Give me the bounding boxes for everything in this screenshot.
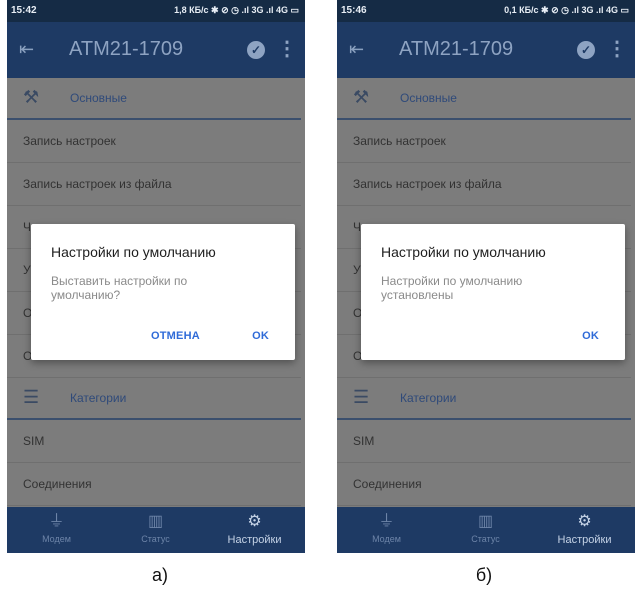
list-item[interactable]: Запись настроек (337, 120, 631, 163)
list-item[interactable]: Запись настроек (7, 120, 301, 163)
back-arrow-icon[interactable]: ⇤ (19, 40, 34, 58)
nav-modem[interactable]: ⏚ Модем (7, 507, 106, 553)
more-vert-icon[interactable]: ⋮ (607, 36, 627, 61)
nav-status[interactable]: ▥ Статус (106, 507, 205, 553)
tools-icon: ⚒ (353, 87, 370, 107)
nav-label: Настройки (557, 534, 612, 546)
status-icon: ▥ (477, 513, 494, 530)
section-header-categories: ☰ Категории (337, 378, 631, 420)
status-icon: ▥ (147, 513, 164, 530)
more-vert-icon[interactable]: ⋮ (277, 36, 297, 61)
section-title: Категории (70, 391, 127, 405)
gear-icon: ⚙ (247, 513, 262, 530)
nav-modem[interactable]: ⏚ Модем (337, 507, 436, 553)
ok-button[interactable]: OK (252, 330, 269, 342)
modem-icon: ⏚ (48, 513, 65, 530)
device-title: ATM21-1709 (69, 38, 184, 60)
app-bar: ⇤ ATM21-1709 ✓ ⋮ (337, 22, 635, 78)
list-item[interactable]: Соединения (7, 463, 301, 506)
section-title: Категории (400, 391, 457, 405)
list-item[interactable]: SIM (7, 420, 301, 463)
sliders-icon: ☰ (353, 387, 370, 407)
dialog-message: Выставить настройки по умолчанию? (51, 274, 188, 302)
nav-settings[interactable]: ⚙ Настройки (535, 507, 634, 553)
status-icons: 1,8 КБ/с ✱ ⊘ ◷ .ıl 3G .ıl 4G ▭ (174, 5, 299, 15)
list-item[interactable]: Запись настроек из файла (337, 163, 631, 206)
gear-icon: ⚙ (577, 513, 592, 530)
phone-screen-a: 15:42 1,8 КБ/с ✱ ⊘ ◷ .ıl 3G .ıl 4G ▭ ⇤ A… (7, 0, 305, 553)
list-item[interactable]: SIM (337, 420, 631, 463)
section-header-categories: ☰ Категории (7, 378, 301, 420)
status-time: 15:46 (341, 5, 367, 16)
app-bar: ⇤ ATM21-1709 ✓ ⋮ (7, 22, 305, 78)
section-header-main: ⚒ Основные (337, 78, 631, 120)
nav-label: Настройки (227, 534, 282, 546)
status-time: 15:42 (11, 5, 37, 16)
device-title: ATM21-1709 (399, 38, 514, 60)
cancel-button[interactable]: ОТМЕНА (151, 330, 200, 342)
list-item[interactable]: Соединения (337, 463, 631, 506)
section-title: Основные (70, 91, 127, 105)
dialog-message: Настройки по умолчанию установлены (381, 274, 523, 302)
caption-b: б) (475, 565, 493, 585)
dialog-title: Настройки по умолчанию (381, 244, 546, 260)
nav-settings[interactable]: ⚙ Настройки (205, 507, 304, 553)
dialog-title: Настройки по умолчанию (51, 244, 216, 260)
bottom-nav: ⏚ Модем ▥ Статус ⚙ Настройки (337, 507, 635, 553)
bottom-nav: ⏚ Модем ▥ Статус ⚙ Настройки (7, 507, 305, 553)
list-item[interactable]: Запись настроек из файла (7, 163, 301, 206)
nav-label: Статус (141, 534, 170, 544)
nav-status[interactable]: ▥ Статус (436, 507, 535, 553)
default-settings-dialog: Настройки по умолчанию Настройки по умол… (361, 224, 625, 360)
status-bar: 15:42 1,8 КБ/с ✱ ⊘ ◷ .ıl 3G .ıl 4G ▭ (7, 0, 305, 22)
status-bar: 15:46 0,1 КБ/с ✱ ⊘ ◷ .ıl 3G .ıl 4G ▭ (337, 0, 635, 22)
phone-screen-b: 15:46 0,1 КБ/с ✱ ⊘ ◷ .ıl 3G .ıl 4G ▭ ⇤ A… (337, 0, 635, 553)
check-circle-icon[interactable]: ✓ (247, 41, 265, 59)
nav-label: Модем (42, 534, 71, 544)
tools-icon: ⚒ (23, 87, 40, 107)
sliders-icon: ☰ (23, 387, 40, 407)
back-arrow-icon[interactable]: ⇤ (349, 40, 364, 58)
section-title: Основные (400, 91, 457, 105)
modem-icon: ⏚ (378, 513, 395, 530)
nav-label: Статус (471, 534, 500, 544)
status-icons: 0,1 КБ/с ✱ ⊘ ◷ .ıl 3G .ıl 4G ▭ (504, 5, 629, 15)
check-circle-icon[interactable]: ✓ (577, 41, 595, 59)
default-settings-dialog: Настройки по умолчанию Выставить настрой… (31, 224, 295, 360)
section-header-main: ⚒ Основные (7, 78, 301, 120)
ok-button[interactable]: OK (582, 330, 599, 342)
nav-label: Модем (372, 534, 401, 544)
caption-a: а) (151, 565, 168, 585)
